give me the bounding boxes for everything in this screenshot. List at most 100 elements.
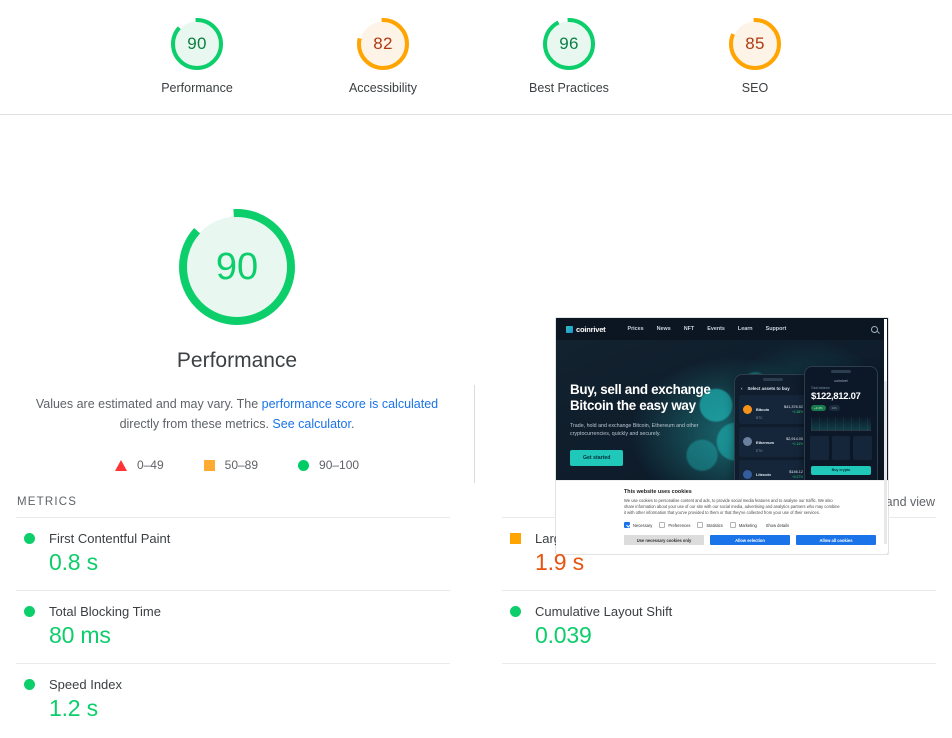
category-score-best-practices[interactable]: 96 Best Practices [509, 18, 629, 95]
metric-empty-cell [502, 663, 936, 736]
coin-list-item: BitcoinBTC $41,376.52+1.58% [739, 395, 807, 425]
score-label: Accessibility [349, 81, 417, 95]
circle-icon [298, 460, 309, 471]
cookie-banner-title: This website uses cookies [624, 489, 878, 495]
see-calculator-link[interactable]: See calculator [272, 417, 351, 431]
search-icon [871, 326, 878, 333]
checkbox-icon [730, 522, 736, 528]
cookie-option: Preferences [659, 522, 690, 528]
hero-cta-button: Get started [570, 450, 623, 466]
metric-name: First Contentful Paint [49, 531, 170, 546]
description-text-1: Values are estimated and may vary. The [36, 397, 262, 411]
category-score-accessibility[interactable]: 82 Accessibility [323, 18, 443, 95]
performance-section: 90 Performance Values are estimated and … [0, 115, 952, 487]
phone-b-change-row: +4.3% 24h [805, 402, 877, 414]
performance-score-link[interactable]: performance score is calculated [262, 397, 438, 411]
phone-b-cta-button: Buy crypto [811, 466, 871, 475]
metric-row[interactable]: First Contentful Paint 0.8 s [16, 517, 450, 590]
category-score-performance[interactable]: 90Performance [137, 18, 257, 95]
coin-icon [743, 405, 752, 414]
legend-range: 90–100 [319, 458, 359, 472]
circle-icon [24, 679, 35, 690]
coin-price: $41,376.52 [784, 405, 803, 410]
phone-b-period-pill: 24h [829, 405, 840, 411]
phone-b-brand: coinrivet [805, 373, 877, 386]
phone-a-header: ‹ Select assets to buy [735, 381, 811, 395]
score-label: Best Practices [529, 81, 609, 95]
captured-site-menu: PricesNewsNFTEventsLearnSupport [627, 326, 786, 332]
legend-item: 90–100 [298, 458, 359, 472]
metric-name: Cumulative Layout Shift [535, 604, 672, 619]
description-text-2: directly from these metrics. [120, 417, 273, 431]
legend-item: 0–49 [115, 458, 164, 472]
asset-card [810, 436, 829, 460]
coin-icon [743, 470, 752, 479]
coin-price: $146.12 [789, 470, 803, 475]
metric-value: 0.039 [510, 622, 936, 649]
back-chevron-icon: ‹ [741, 386, 742, 391]
captured-nav-item: Support [766, 326, 787, 332]
category-score-seo[interactable]: 85 SEO [695, 18, 815, 95]
description-text-3: . [351, 417, 354, 431]
metric-row[interactable]: Speed Index 1.2 s [16, 663, 450, 736]
legend-range: 0–49 [137, 458, 164, 472]
captured-nav-item: Events [707, 326, 725, 332]
metric-name: Speed Index [49, 677, 122, 692]
coin-list-item: EthereumETH$2,914.05+1.14% [739, 427, 807, 457]
metrics-title: METRICS [17, 496, 77, 508]
circle-icon [510, 606, 521, 617]
score-gauge-icon: 82 [357, 18, 409, 70]
phone-b-sparkline-chart [811, 417, 871, 431]
score-label: SEO [742, 81, 768, 95]
cookie-option: Statistics [697, 522, 722, 528]
score-value: 85 [729, 18, 781, 70]
score-gauge-icon: 90 [171, 18, 223, 70]
checkbox-icon [659, 522, 665, 528]
captured-page-render: coinrivet PricesNewsNFTEventsLearnSuppor… [556, 318, 888, 554]
captured-site-navbar: coinrivet PricesNewsNFTEventsLearnSuppor… [556, 318, 888, 340]
coin-icon [743, 437, 752, 446]
vertical-divider [474, 385, 475, 483]
square-icon [510, 533, 521, 544]
brand-name: coinrivet [576, 325, 605, 334]
coin-identity: EthereumETH [756, 431, 774, 454]
cookie-option: Necessary [624, 522, 652, 528]
page-title: Performance [177, 349, 297, 373]
legend-range: 50–89 [225, 458, 258, 472]
metric-header: Speed Index [24, 677, 450, 692]
score-value: 90 [171, 18, 223, 70]
phone-b-balance-amount: $122,812.07 [805, 390, 877, 402]
hero-heading-line1: Buy, sell and exchange [570, 382, 720, 398]
score-gauge-icon: 85 [729, 18, 781, 70]
cookie-consent-banner: This website uses cookies We use cookies… [556, 480, 888, 554]
coin-identity: BitcoinBTC [756, 398, 769, 421]
final-screenshot-thumbnail[interactable]: coinrivet PricesNewsNFTEventsLearnSuppor… [555, 317, 889, 555]
cookie-options: NecessaryPreferencesStatisticsMarketingS… [624, 522, 878, 528]
performance-description: Values are estimated and may vary. The p… [22, 394, 452, 434]
metric-value: 80 ms [24, 622, 450, 649]
checkbox-icon [624, 522, 630, 528]
score-gauge-icon: 96 [543, 18, 595, 70]
metric-row[interactable]: Total Blocking Time 80 ms [16, 590, 450, 663]
score-value: 82 [357, 18, 409, 70]
hero-copy: Buy, sell and exchange Bitcoin the easy … [570, 382, 720, 466]
metric-name: Total Blocking Time [49, 604, 161, 619]
cookie-option-label: Marketing [739, 523, 757, 528]
captured-site-logo: coinrivet [566, 325, 605, 334]
coin-name: Litecoin [756, 472, 771, 477]
coin-pricing: $41,376.52+1.58% [784, 405, 803, 415]
metric-header: Total Blocking Time [24, 604, 450, 619]
performance-score-value: 90 [179, 209, 295, 325]
score-value: 96 [543, 18, 595, 70]
coin-change: +0.27% [789, 475, 803, 480]
captured-page-scrollbar [884, 319, 887, 544]
metric-row[interactable]: Cumulative Layout Shift 0.039 [502, 590, 936, 663]
cookie-button: Allow all cookies [796, 535, 876, 545]
cookie-buttons: Use necessary cookies onlyAllow selectio… [624, 535, 878, 545]
metric-value: 1.2 s [24, 695, 450, 722]
coin-ticker: ETH [756, 449, 774, 454]
asset-card [853, 436, 872, 460]
phone-a-title: Select assets to buy [747, 386, 789, 391]
checkbox-icon [697, 522, 703, 528]
metric-value: 0.8 s [24, 549, 450, 576]
